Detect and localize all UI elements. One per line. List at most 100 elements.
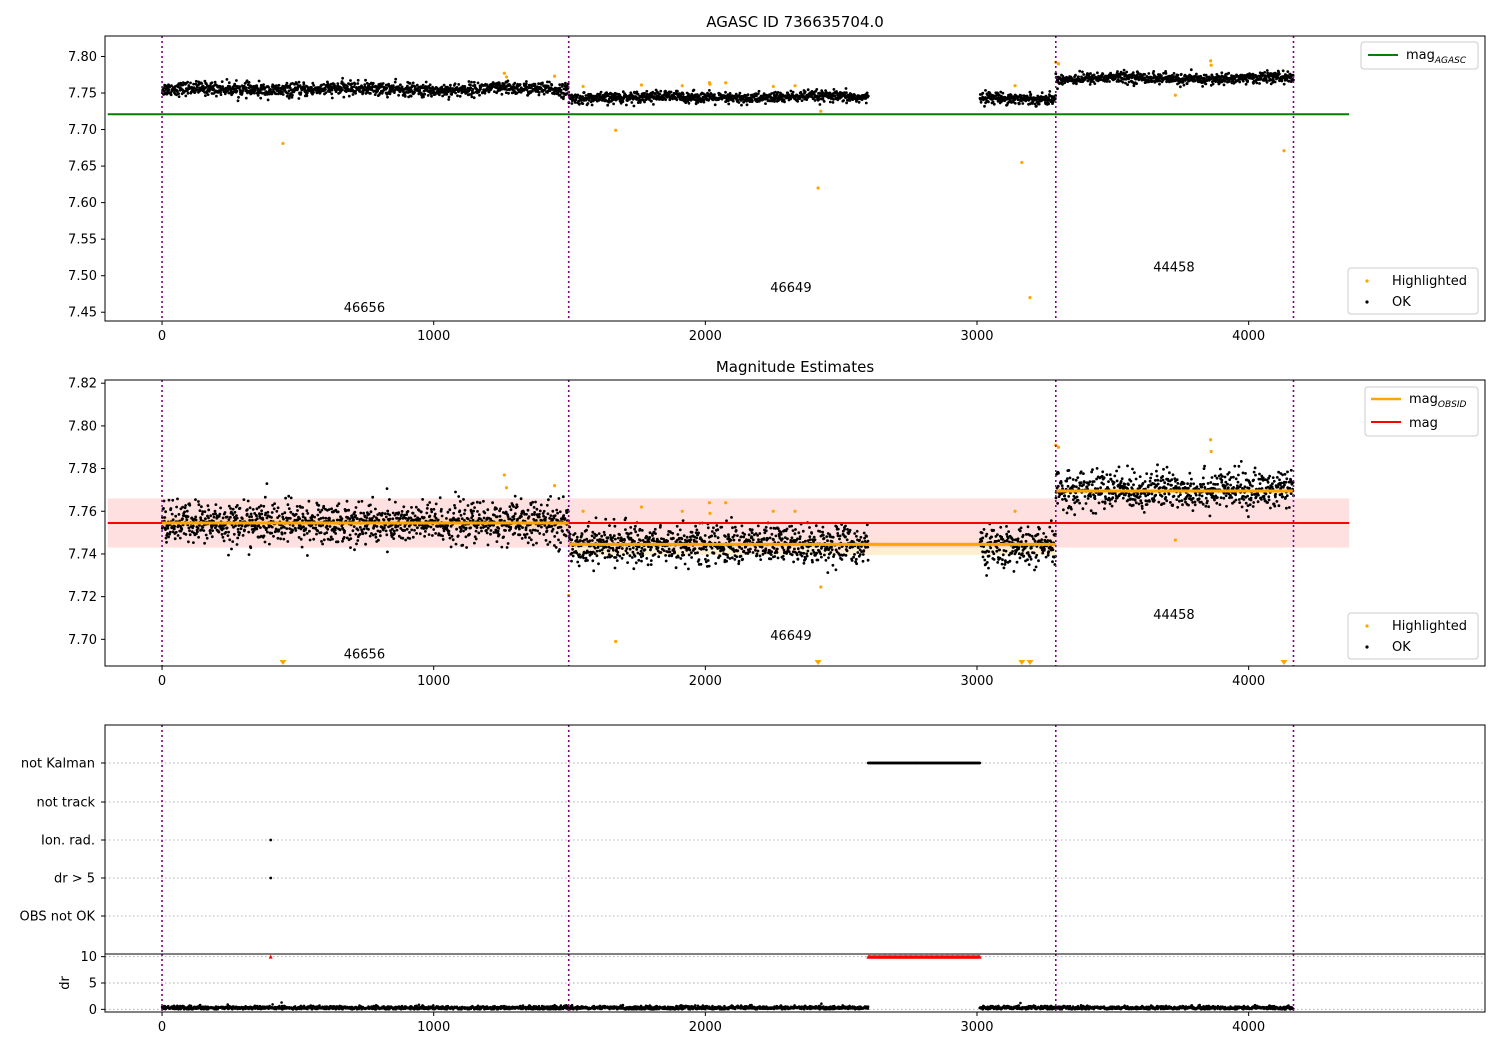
p2-ok-point	[272, 534, 275, 538]
p2-ok-point	[324, 516, 328, 520]
p2-ok-point	[270, 516, 273, 519]
p2-ok-point	[601, 551, 604, 555]
p2-ok-point	[475, 500, 479, 504]
p2-ok-point	[590, 534, 594, 538]
p2-ok-point	[729, 538, 733, 542]
p2-ok-point	[676, 533, 680, 536]
p1-highlighted-point	[1020, 160, 1024, 165]
p2-ok-point	[690, 551, 693, 555]
p2-ok-point	[545, 529, 549, 533]
p1-ok-point	[423, 92, 427, 96]
p1-highlighted-point	[1209, 59, 1213, 63]
p1-ok-point	[745, 103, 749, 107]
p2-ok-point	[262, 504, 266, 508]
p1-ok-point	[469, 83, 472, 87]
p2-ok-point	[645, 557, 649, 560]
p1-ok-point	[681, 93, 685, 96]
p2-ok-point	[431, 534, 434, 537]
p2-ok-point	[405, 513, 408, 516]
p2-ok-point	[544, 516, 548, 519]
p2-ok-point	[679, 557, 683, 560]
panel1-points	[160, 59, 1295, 300]
p2-ok-point	[705, 548, 708, 552]
panel1-title: AGASC ID 736635704.0	[706, 13, 884, 31]
p1-ok-point	[397, 93, 400, 97]
p1-ok-point	[813, 99, 817, 102]
p1-ok-point	[724, 100, 728, 103]
p1-ok-point	[409, 94, 413, 98]
p1-ok-point	[1018, 102, 1021, 106]
p2-ok-point	[591, 539, 594, 542]
p1-ok-point	[1108, 80, 1111, 83]
p1-ok-point	[756, 92, 760, 96]
p2-ok-point	[594, 516, 598, 520]
p1-highlighted-point	[1056, 62, 1061, 66]
p2-ok-point	[263, 540, 267, 544]
p2-ok-point	[555, 508, 559, 512]
p1-ok-point	[1220, 71, 1224, 75]
p1-ok-point	[537, 91, 541, 94]
p1-ok-point	[347, 94, 351, 98]
p2-ok-point	[551, 527, 555, 531]
p2-ok-point	[334, 532, 338, 535]
p2-ok-point	[364, 542, 367, 546]
p2-ok-point	[459, 527, 463, 531]
p2-ok-point	[470, 512, 474, 515]
p1-ok-point	[713, 93, 716, 96]
p2-ok-point	[738, 538, 741, 542]
p1-ok-point	[386, 95, 389, 99]
p2-ok-point	[388, 513, 392, 517]
p2-ok-point	[612, 534, 616, 538]
p2-ok-point	[205, 536, 209, 540]
p2-ok-point	[547, 498, 550, 502]
p1-ok-point	[751, 99, 754, 103]
p1-ok-point	[525, 80, 528, 83]
p2-ok-point	[304, 527, 308, 530]
p2-ok-point	[194, 498, 197, 501]
p2-ok-point	[374, 507, 377, 511]
p2-ok-point	[485, 529, 488, 532]
p1-ok-point	[1255, 81, 1259, 85]
p2-ok-point	[576, 560, 580, 564]
p1-ok-point	[281, 93, 285, 96]
p1-ok-point	[476, 81, 480, 85]
p1-ok-point	[388, 92, 392, 96]
p2-ok-point	[162, 507, 165, 510]
p2-ok-point	[687, 567, 690, 571]
p2-ok-point	[334, 526, 338, 530]
p1-ok-point	[1286, 70, 1290, 73]
p2-ok-point	[713, 532, 716, 535]
p2-ok-point	[595, 549, 599, 553]
p2-ok-point	[255, 514, 258, 518]
p2-ok-point	[610, 539, 614, 543]
p2-ok-point	[371, 495, 375, 499]
p2-ok-point	[200, 505, 203, 509]
p1-ok-point	[299, 91, 303, 95]
p2-ok-point	[382, 518, 386, 522]
p2-ok-point	[171, 518, 175, 522]
p1-ok-point	[727, 102, 731, 106]
p2-ok-point	[194, 515, 198, 519]
p2-ok-point	[676, 555, 680, 559]
p1-ok-point	[576, 93, 580, 97]
p2-ok-point	[258, 512, 261, 516]
p2-ok-point	[742, 535, 746, 539]
p1-ok-point	[1273, 80, 1277, 84]
p1-highlighted-point	[504, 75, 509, 79]
p2-ok-point	[649, 559, 653, 562]
p1-ok-point	[428, 83, 432, 87]
p2-ok-point	[211, 529, 215, 532]
p2-ok-point	[268, 542, 271, 546]
p2-ok-point	[715, 524, 719, 527]
p2-ok-point	[392, 537, 396, 540]
p2-ok-point	[532, 506, 536, 509]
p2-ok-point	[381, 511, 384, 515]
p1-ok-point	[541, 81, 544, 85]
p1-ok-point	[324, 91, 328, 94]
p2-ok-point	[368, 534, 372, 538]
p2-ok-point	[546, 543, 550, 546]
p2-ok-point	[633, 527, 636, 531]
p2-ok-point	[174, 514, 178, 518]
p1-ok-point	[305, 94, 309, 98]
p1-ok-point	[1246, 79, 1249, 83]
